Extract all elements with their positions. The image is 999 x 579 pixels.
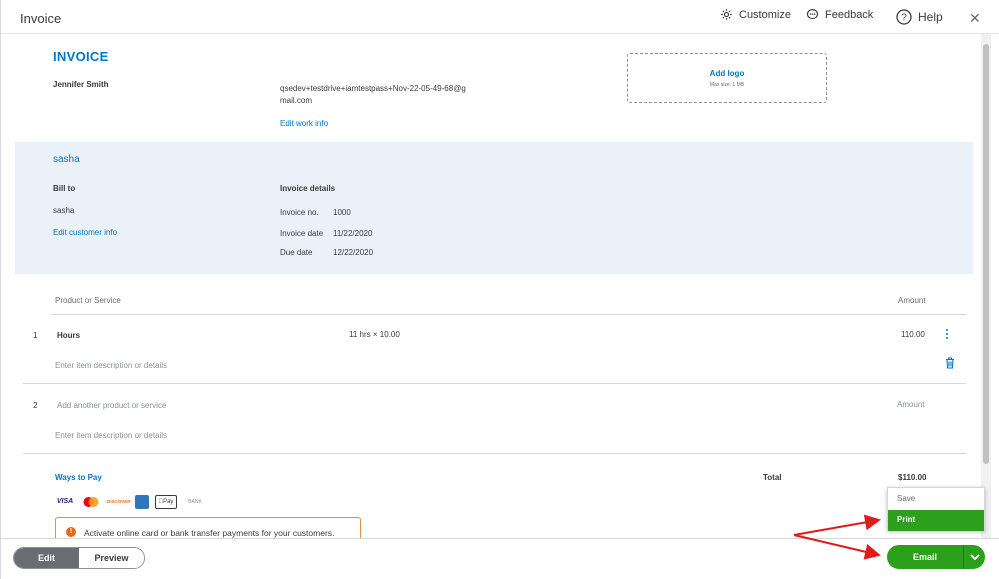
due-date-label: Due date (280, 248, 313, 257)
payment-methods: VISA DISCOVER Pay BANK (55, 495, 207, 509)
divider (23, 383, 966, 384)
line-amount[interactable]: 110.00 (901, 330, 925, 339)
line-number: 2 (33, 401, 38, 410)
bill-to-label: Bill to (53, 184, 76, 193)
invoice-no-label: Invoice no. (280, 208, 319, 217)
line-product[interactable]: Hours (57, 331, 80, 340)
close-icon[interactable]: ✕ (969, 10, 981, 27)
invoice-date-label: Invoice date (280, 229, 324, 238)
help-button[interactable]: ? Help (896, 9, 943, 25)
scrollbar-thumb[interactable] (983, 44, 989, 464)
customer-name-link[interactable]: sasha (53, 154, 80, 165)
email-button[interactable]: Email (887, 545, 963, 569)
invoice-details-label: Invoice details (280, 184, 336, 193)
invoice-no-value[interactable]: 1000 (333, 208, 351, 217)
alert-message: Activate online card or bank transfer pa… (84, 528, 335, 538)
more-options-icon[interactable] (944, 329, 950, 341)
add-product-placeholder[interactable]: Add another product or service (57, 401, 166, 410)
line-description-placeholder[interactable]: Enter item description or details (55, 431, 167, 440)
menu-item-save[interactable]: Save (888, 488, 984, 510)
add-logo-area[interactable]: Add logo Max size: 1 MB (627, 53, 827, 103)
line-qty-rate[interactable]: 11 hrs × 10.00 (349, 330, 400, 339)
invoice-date-value[interactable]: 11/22/2020 (333, 229, 372, 238)
email-split-button: Email (887, 545, 985, 569)
customize-button[interactable]: Customize (720, 8, 791, 21)
company-email: qsedev+testdrive+iamtestpass+Nov-22-05-4… (280, 84, 466, 105)
column-header-product: Product or Service (55, 296, 121, 305)
feedback-label: Feedback (825, 8, 874, 21)
logo-max-size: Max size: 1 MB (709, 82, 745, 88)
total-label: Total (763, 473, 782, 482)
invoice-window: Invoice Customize Feedback ? Help ✕ INVO… (0, 0, 999, 579)
due-date-value[interactable]: 12/22/2020 (333, 248, 373, 257)
discover-icon: DISCOVER (107, 499, 131, 504)
trash-icon[interactable] (945, 357, 955, 369)
menu-item-print[interactable]: Print (888, 510, 984, 531)
vertical-scrollbar[interactable] (981, 34, 991, 538)
title-bar: Invoice Customize Feedback ? Help ✕ (1, 0, 999, 34)
bank-icon: BANK (188, 499, 202, 505)
view-toggle: Edit Preview (13, 547, 145, 569)
amount-placeholder[interactable]: Amount (897, 400, 925, 409)
edit-tab[interactable]: Edit (14, 548, 79, 568)
ways-to-pay-heading: Ways to Pay (55, 473, 102, 482)
svg-text:?: ? (901, 13, 907, 24)
help-icon: ? (896, 9, 912, 25)
help-label: Help (918, 10, 943, 24)
divider (23, 453, 966, 454)
chevron-down-icon (969, 554, 980, 560)
email-dropdown-toggle[interactable] (963, 545, 985, 569)
customer-section: sasha Bill to sasha Edit customer info I… (15, 142, 973, 274)
edit-work-info-link[interactable]: Edit work info (280, 119, 328, 128)
amex-icon (135, 495, 149, 509)
chat-bubble-icon (806, 9, 819, 20)
edit-customer-info-link[interactable]: Edit customer info (53, 228, 117, 237)
invoice-form: INVOICE Jennifer Smith qsedev+testdrive+… (15, 34, 981, 538)
payments-alert[interactable]: ! Activate online card or bank transfer … (55, 517, 361, 538)
total-value: $110.00 (898, 473, 927, 482)
mastercard-icon (81, 495, 101, 509)
footer-bar: Edit Preview Email (1, 538, 999, 579)
column-header-amount: Amount (898, 296, 926, 305)
divider (51, 314, 966, 315)
apple-pay-icon: Pay (155, 495, 177, 509)
invoice-heading: INVOICE (53, 49, 109, 64)
line-description-placeholder[interactable]: Enter item description or details (55, 361, 167, 370)
visa-icon: VISA (56, 498, 74, 505)
window-title: Invoice (20, 11, 62, 26)
alert-icon: ! (66, 527, 76, 537)
preview-tab[interactable]: Preview (79, 548, 144, 568)
bill-to-value: sasha (53, 206, 75, 215)
line-number: 1 (33, 331, 38, 340)
customize-label: Customize (739, 8, 791, 21)
feedback-button[interactable]: Feedback (806, 8, 873, 21)
gear-icon (721, 9, 732, 20)
apple-pay-label: Pay (160, 499, 173, 505)
add-logo-label: Add logo (709, 69, 745, 78)
email-options-menu: Save Print (887, 487, 985, 531)
company-name: Jennifer Smith (53, 80, 109, 89)
